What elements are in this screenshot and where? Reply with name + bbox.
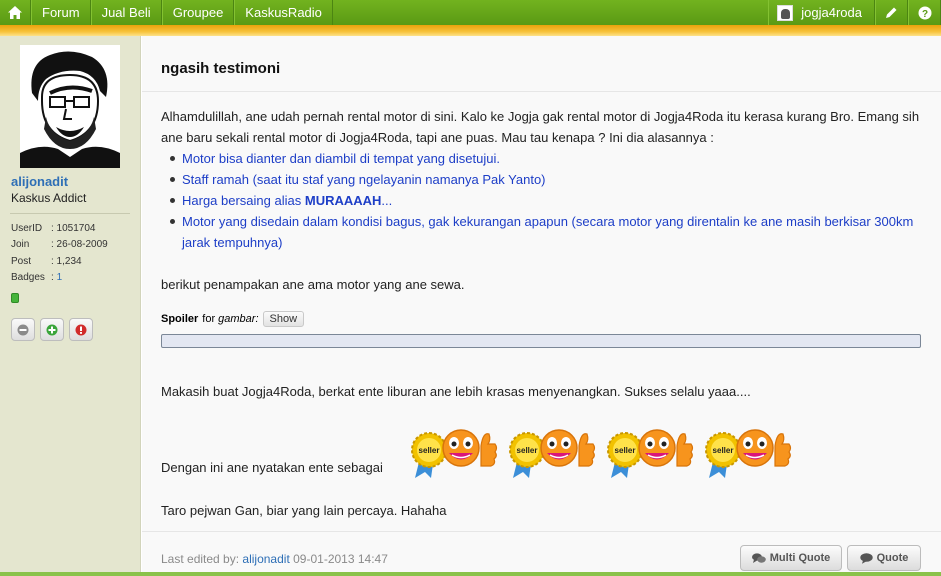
svg-text:?: ? [921, 9, 927, 20]
help-icon: ? [918, 6, 931, 20]
sidebar-divider [10, 213, 130, 214]
user-sidebar: alijonadit Kaskus Addict UserID : 105170… [0, 36, 141, 576]
nav-user-menu[interactable]: jogja4roda [768, 0, 875, 25]
nav-groupee[interactable]: Groupee [161, 0, 235, 25]
price-suffix: ... [381, 193, 393, 208]
list-item: Motor bisa dianter dan diambil di tempat… [169, 148, 926, 169]
spoiler-colon: : [255, 313, 259, 325]
speech-bubbles-icon [751, 552, 766, 563]
stat-label: UserID [11, 223, 43, 234]
top-navbar: Forum Jual Beli Groupee KaskusRadio jogj… [0, 0, 941, 25]
seller-badge-icon: seller [409, 422, 499, 478]
plus-circle-icon [46, 324, 58, 335]
help-button[interactable]: ? [908, 0, 941, 25]
speech-bubble-icon [859, 552, 873, 564]
spoiler-topic: gambar: [218, 313, 258, 325]
stat-row-badges: Badges : 1 [11, 270, 108, 286]
stat-label: Post [11, 255, 32, 267]
spoiler-show-button[interactable]: Show [262, 311, 305, 327]
title-divider [142, 91, 941, 92]
post-title: ngasih testimoni [161, 60, 281, 77]
bottom-accent [0, 572, 941, 576]
stat-label: Join [11, 239, 30, 251]
nav-forum[interactable]: Forum [31, 0, 91, 25]
svg-text:seller: seller [419, 446, 440, 455]
spoiler-topic-text: gambar [218, 313, 256, 325]
stat-value: : 26-08-2009 [51, 239, 108, 251]
online-status-indicator [11, 293, 19, 303]
spoiler-label: Spoiler [161, 313, 199, 325]
stat-value: : 1,234 [51, 255, 82, 267]
edited-time: 09-01-2013 14:47 [293, 552, 388, 566]
quote-button[interactable]: Quote [847, 545, 921, 571]
minus-circle-icon [17, 324, 29, 335]
list-item: Motor yang disedain dalam kondisi bagus,… [169, 211, 926, 253]
block-user-button[interactable] [11, 318, 35, 341]
accent-stripe [0, 25, 941, 36]
footer-divider [142, 531, 941, 532]
price-bold: MURAAAAH [304, 193, 382, 208]
spoiler-box [161, 334, 921, 348]
nav-jual-beli[interactable]: Jual Beli [90, 0, 162, 25]
post-body: Alhamdulillah, ane udah pernah rental mo… [161, 106, 926, 295]
stat-label: Badges [11, 271, 45, 283]
home-button[interactable] [0, 0, 31, 25]
spoiler-for: for [202, 313, 216, 325]
thanks-text: Makasih buat Jogja4Roda, berkat ente lib… [161, 384, 751, 399]
list-item: Harga bersaing alias MURAAAAH... [169, 190, 926, 211]
seller-badge-icon: seller [507, 422, 597, 478]
post-intro: Alhamdulillah, ane udah pernah rental mo… [161, 109, 920, 145]
alert-icon [75, 324, 87, 335]
nav-kaskusradio[interactable]: KaskusRadio [234, 0, 333, 25]
svg-text:seller: seller [615, 446, 636, 455]
stat-row-userid: UserID : 1051704 [11, 221, 108, 237]
edit-button[interactable] [875, 0, 908, 25]
stat-value: : 1051704 [51, 223, 96, 234]
list-item: Staff ramah (saat itu staf yang ngelayan… [169, 169, 926, 190]
nav-username: jogja4roda [801, 5, 862, 20]
seller-badge-icon: seller [703, 422, 793, 478]
quote-label: Quote [876, 552, 909, 564]
svg-text:seller: seller [713, 446, 734, 455]
edited-prefix: Last edited by: [161, 552, 240, 566]
avatar[interactable] [20, 45, 120, 168]
declare-text: Dengan ini ane nyatakan ente sebagai [161, 460, 383, 475]
user-mini-avatar [777, 4, 794, 21]
user-actions [11, 318, 93, 341]
photo-line: berikut penampakan ane ama motor yang an… [161, 277, 465, 292]
add-friend-button[interactable] [40, 318, 64, 341]
spoiler-header: Spoiler for gambar: Show [161, 311, 305, 327]
edited-user-link[interactable]: alijonadit [242, 552, 289, 566]
post-content: ngasih testimoni Alhamdulillah, ane udah… [142, 36, 941, 576]
post-username[interactable]: alijonadit [11, 174, 68, 189]
user-rank: Kaskus Addict [11, 191, 87, 205]
seller-badge-icon: seller [605, 422, 695, 478]
stat-row-post: Post : 1,234 [11, 254, 108, 270]
stat-row-join: Join : 26-08-2009 [11, 237, 108, 253]
user-stats: UserID : 1051704 Join : 26-08-2009 Post … [11, 221, 108, 286]
avatar-portrait [20, 45, 120, 168]
svg-text:seller: seller [517, 446, 538, 455]
badges-count-link[interactable]: 1 [57, 272, 63, 283]
reasons-list: Motor bisa dianter dan diambil di tempat… [169, 148, 926, 253]
closing-text: Taro pejwan Gan, biar yang lain percaya.… [161, 503, 447, 518]
multi-quote-button[interactable]: Multi Quote [740, 545, 842, 571]
report-button[interactable] [69, 318, 93, 341]
pencil-icon [886, 7, 897, 18]
seller-badges: seller seller seller seller [409, 422, 793, 478]
last-edited: Last edited by: alijonadit 09-01-2013 14… [161, 552, 388, 566]
stat-value: : 1 [51, 270, 62, 286]
price-prefix: Harga bersaing alias [182, 193, 305, 208]
home-icon [8, 6, 22, 19]
multi-quote-label: Multi Quote [769, 552, 831, 564]
